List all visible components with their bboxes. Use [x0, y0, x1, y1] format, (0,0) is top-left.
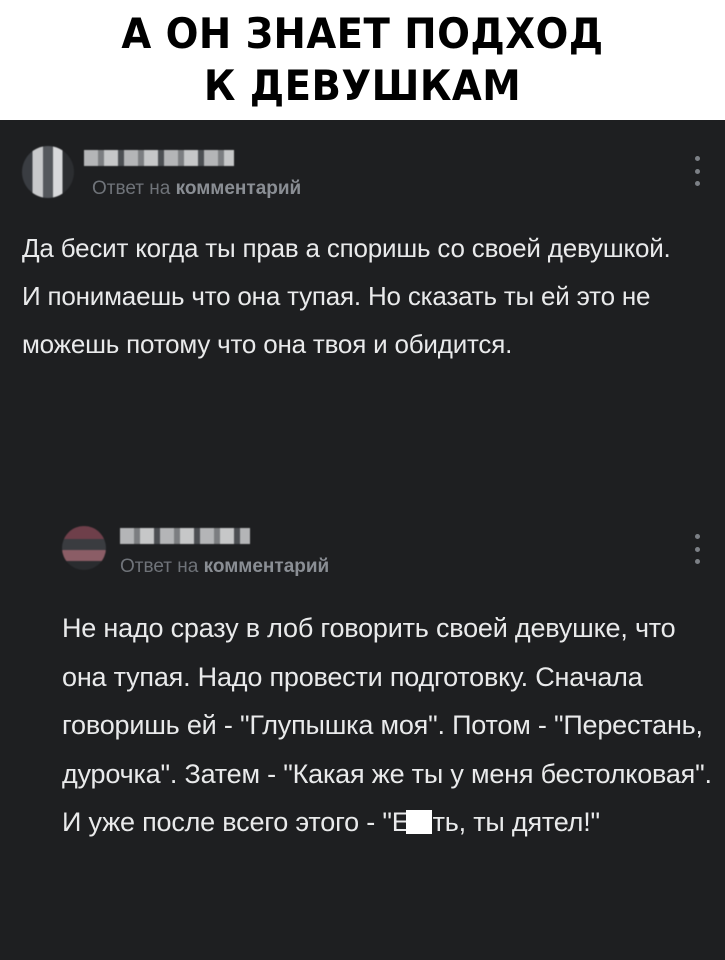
- comment-paragraph: И понимаешь что она тупая. Но сказать ты…: [22, 281, 651, 359]
- reply-comment: Ответ на комментарий Не надо сразу в лоб…: [62, 520, 712, 847]
- reply-prefix: Ответ на: [92, 178, 171, 199]
- comment: Ответ на комментарий Да бесит когда ты п…: [22, 142, 712, 368]
- comment-header: Ответ на комментарий: [22, 142, 712, 204]
- meme-caption: А ОН ЗНАЕТ ПОДХОД К ДЕВУШКАМ: [0, 0, 725, 120]
- more-options-icon[interactable]: [690, 534, 704, 564]
- caption-line-1: А ОН ЗНАЕТ ПОДХОД: [121, 9, 604, 58]
- comment-body: Не надо сразу в лоб говорить своей девуш…: [62, 604, 712, 847]
- censor-bar: [405, 810, 432, 834]
- username-redacted[interactable]: [120, 528, 250, 544]
- reply-to-line: Ответ на комментарий: [120, 556, 329, 578]
- comment-body: Да бесит когда ты прав а споришь со свое…: [22, 224, 712, 368]
- reply-target-link[interactable]: комментарий: [204, 556, 330, 577]
- avatar[interactable]: [22, 146, 74, 198]
- comment-text-end-after: ть, ты дятел!": [432, 807, 601, 837]
- reply-prefix: Ответ на: [120, 556, 199, 577]
- more-options-icon[interactable]: [690, 156, 704, 186]
- reply-to-line: Ответ на комментарий: [92, 178, 301, 200]
- avatar[interactable]: [62, 526, 106, 570]
- comment-text: Не надо сразу в лоб говорить своей девуш…: [62, 613, 712, 837]
- comment-paragraph: Да бесит когда ты прав а споришь со свое…: [22, 233, 671, 263]
- comment-header: Ответ на комментарий: [62, 520, 712, 582]
- caption-line-2: К ДЕВУШКАМ: [203, 61, 522, 110]
- comment-thread: Ответ на комментарий Да бесит когда ты п…: [0, 120, 725, 960]
- reply-target-link[interactable]: комментарий: [176, 178, 302, 199]
- username-redacted[interactable]: [84, 150, 234, 166]
